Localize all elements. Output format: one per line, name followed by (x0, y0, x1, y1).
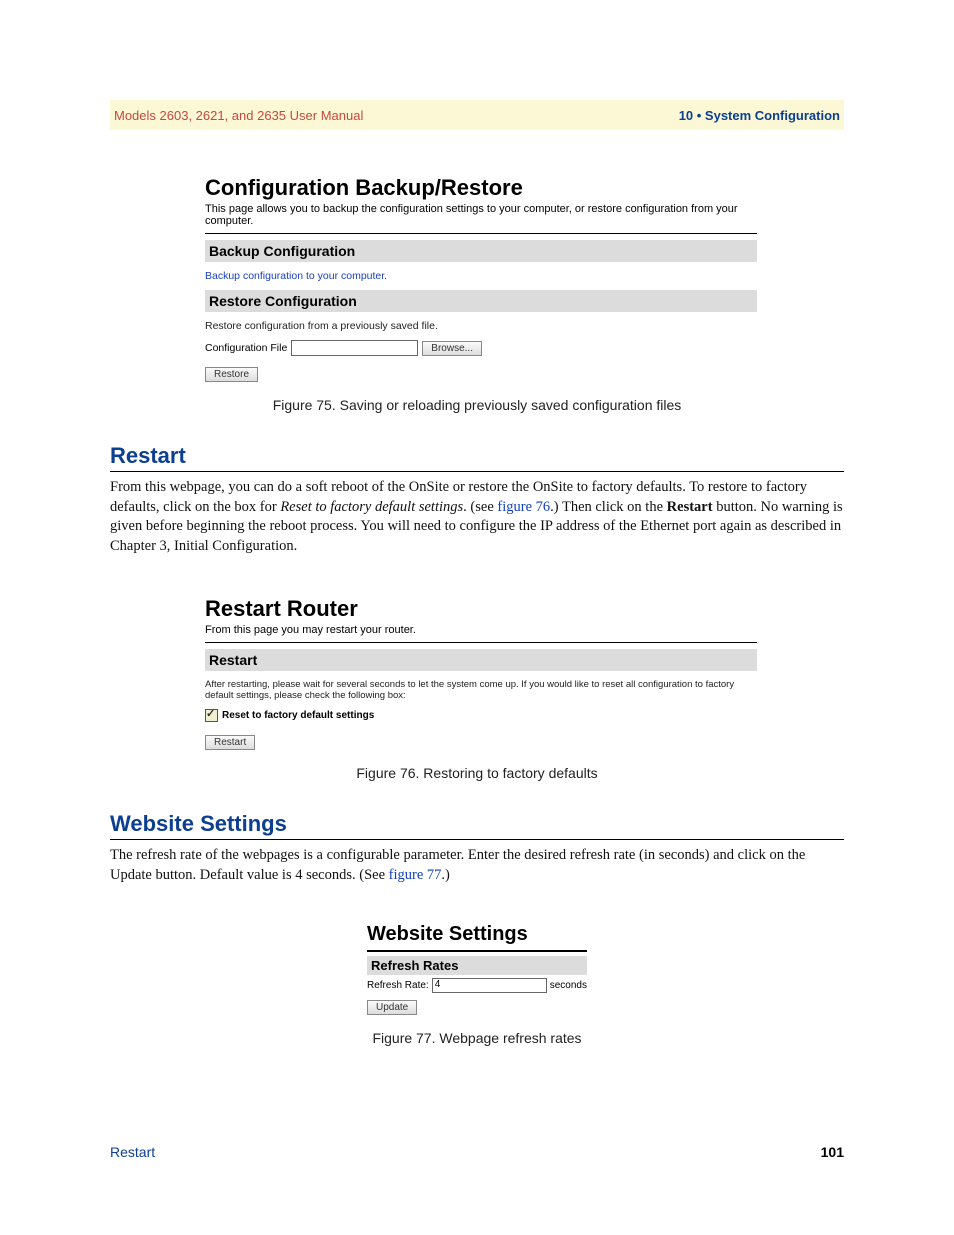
restore-desc: Restore configuration from a previously … (205, 320, 757, 332)
header-chapter: 10 • System Configuration (679, 108, 840, 123)
text: .) Then click on the (550, 499, 667, 515)
website-settings-heading: Website Settings (110, 811, 844, 837)
page-number: 101 (821, 1144, 844, 1160)
divider (110, 839, 844, 840)
figure-76-link[interactable]: figure 76 (497, 499, 550, 515)
fig76-header: Restart (205, 649, 757, 671)
fig77-caption: Figure 77. Webpage refresh rates (110, 1030, 844, 1046)
refresh-rate-unit: seconds (550, 980, 587, 991)
header-manual-title: Models 2603, 2621, and 2635 User Manual (114, 108, 363, 123)
figure-75: Configuration Backup/Restore This page a… (205, 175, 757, 382)
restore-header: Restore Configuration (205, 290, 757, 312)
refresh-rate-input[interactable]: 4 (432, 978, 547, 993)
fig75-caption: Figure 75. Saving or reloading previousl… (110, 397, 844, 413)
restart-paragraph: From this webpage, you can do a soft reb… (110, 478, 844, 556)
text: The refresh rate of the webpages is a co… (110, 847, 805, 883)
figure-77-link[interactable]: figure 77 (389, 867, 442, 883)
text-italic: Reset to factory default settings (280, 499, 463, 515)
text: .) (441, 867, 449, 883)
fig76-caption: Figure 76. Restoring to factory defaults (110, 765, 844, 781)
page-footer: Restart 101 (110, 1144, 844, 1160)
divider (205, 642, 757, 643)
figure-77: Website Settings Refresh Rates Refresh R… (367, 923, 587, 1015)
divider (110, 471, 844, 472)
divider (367, 950, 587, 952)
footer-section: Restart (110, 1144, 155, 1160)
fig76-desc: After restarting, please wait for severa… (205, 679, 757, 701)
website-paragraph: The refresh rate of the webpages is a co… (110, 846, 844, 885)
update-button[interactable]: Update (367, 1000, 417, 1015)
fig75-lead: This page allows you to backup the confi… (205, 203, 757, 227)
text-bold: Restart (667, 499, 713, 515)
restart-heading: Restart (110, 443, 844, 469)
refresh-rate-label: Refresh Rate: (367, 980, 429, 991)
fig77-title: Website Settings (367, 923, 587, 946)
restore-button[interactable]: Restore (205, 367, 258, 382)
backup-header: Backup Configuration (205, 240, 757, 262)
fig75-title: Configuration Backup/Restore (205, 175, 757, 201)
browse-button[interactable]: Browse... (422, 341, 482, 356)
restart-button[interactable]: Restart (205, 735, 255, 750)
fig76-title: Restart Router (205, 596, 757, 622)
fig77-header: Refresh Rates (367, 956, 587, 975)
fig76-lead: From this page you may restart your rout… (205, 624, 757, 636)
divider (205, 233, 757, 234)
config-file-input[interactable] (291, 340, 418, 356)
text: . (see (463, 499, 497, 515)
factory-default-checkbox[interactable] (205, 709, 218, 722)
backup-link[interactable]: Backup configuration to your computer. (205, 270, 757, 282)
page-header: Models 2603, 2621, and 2635 User Manual … (110, 100, 844, 130)
factory-default-label: Reset to factory default settings (222, 710, 374, 721)
config-file-label: Configuration File (205, 342, 287, 354)
figure-76: Restart Router From this page you may re… (205, 596, 757, 750)
